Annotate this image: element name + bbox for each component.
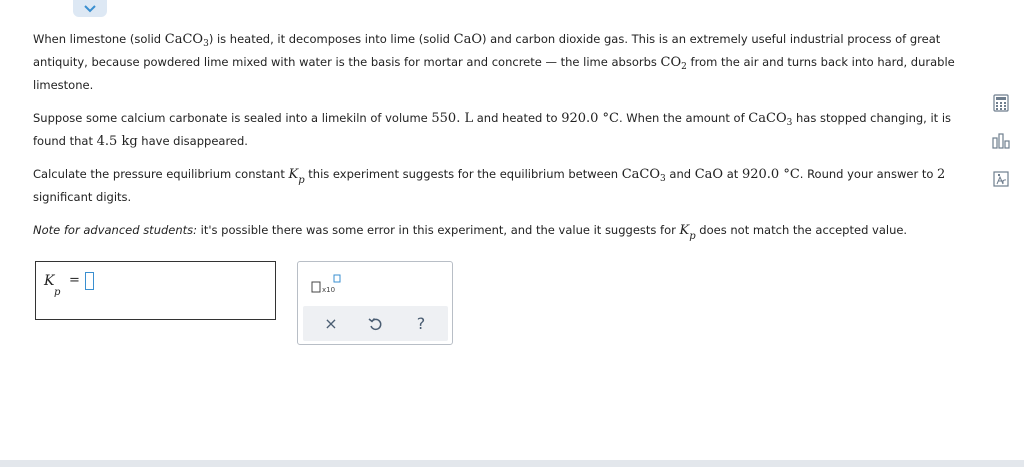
undo-button[interactable] (355, 306, 395, 341)
question-paragraph-2: Suppose some calcium carbonate is sealed… (33, 111, 952, 149)
question-paragraph-1: When limestone (solid CaCO3) is heated, … (33, 32, 955, 92)
question-paragraph-3: Calculate the pressure equilibrium const… (33, 167, 946, 204)
periodic-table-icon (993, 171, 1009, 187)
clear-button[interactable]: × (311, 306, 351, 341)
bar-chart-icon (992, 133, 1010, 149)
tool-row: × ? (303, 306, 448, 341)
help-button[interactable]: ? (401, 306, 441, 341)
scientific-notation-button[interactable]: x10 (310, 271, 344, 297)
calculator-button[interactable] (990, 92, 1012, 114)
undo-icon (368, 317, 382, 330)
periodic-table-button[interactable] (990, 168, 1012, 190)
collapse-toggle-button[interactable] (73, 0, 107, 17)
data-chart-button[interactable] (990, 130, 1012, 152)
question-paragraph-4: Note for advanced students: it's possibl… (33, 223, 908, 242)
bottom-bar (0, 460, 1024, 467)
calculator-icon (993, 94, 1009, 112)
question-text: When limestone (solid CaCO3) is heated, … (33, 28, 963, 252)
kp-label: K p (44, 273, 61, 298)
answer-box: K p = (35, 261, 276, 320)
scientific-notation-icon: x10 (311, 274, 341, 294)
svg-text:x10: x10 (322, 286, 335, 294)
equals-sign: = (69, 273, 80, 288)
kp-answer-input[interactable] (85, 272, 94, 290)
chevron-down-icon (84, 5, 96, 13)
answer-toolbox: x10 × ? (297, 261, 453, 345)
